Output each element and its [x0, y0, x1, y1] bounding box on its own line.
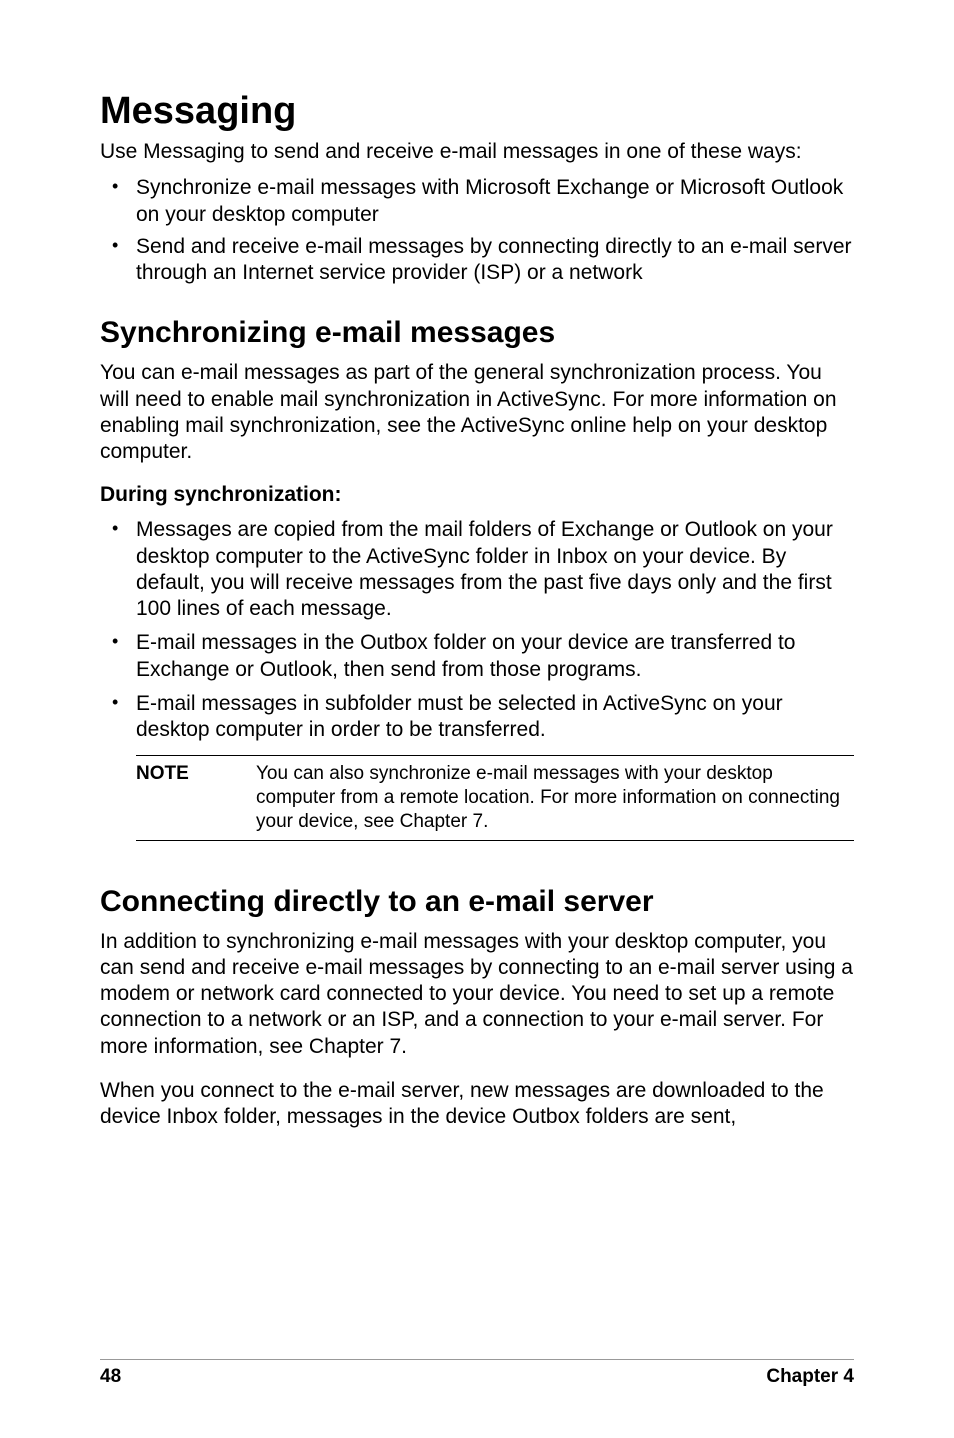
list-item: Synchronize e-mail messages with Microso… — [100, 175, 854, 228]
page-footer: 48 Chapter 4 — [100, 1359, 854, 1388]
list-item: E-mail messages in the Outbox folder on … — [100, 630, 854, 683]
sync-paragraph: You can e-mail messages as part of the g… — [100, 360, 854, 465]
subheading-during-sync: During synchronization: — [100, 483, 854, 507]
heading-messaging: Messaging — [100, 90, 854, 133]
list-item: E-mail messages in subfolder must be sel… — [100, 691, 854, 744]
chapter-label: Chapter 4 — [766, 1366, 854, 1388]
intro-paragraph: Use Messaging to send and receive e-mail… — [100, 139, 854, 165]
top-bullet-list: Synchronize e-mail messages with Microso… — [100, 175, 854, 286]
connecting-paragraph-1: In addition to synchronizing e-mail mess… — [100, 929, 854, 1060]
connecting-paragraph-2: When you connect to the e-mail server, n… — [100, 1078, 854, 1131]
list-item: Messages are copied from the mail folder… — [100, 517, 854, 622]
note-text: You can also synchronize e-mail messages… — [256, 762, 854, 833]
note-block: NOTE You can also synchronize e-mail mes… — [136, 755, 854, 840]
heading-synchronizing: Synchronizing e-mail messages — [100, 316, 854, 350]
heading-connecting: Connecting directly to an e-mail server — [100, 885, 854, 919]
page-number: 48 — [100, 1366, 121, 1388]
list-item: Send and receive e-mail messages by conn… — [100, 234, 854, 287]
sync-bullet-list: Messages are copied from the mail folder… — [100, 517, 854, 743]
note-label: NOTE — [136, 762, 256, 833]
